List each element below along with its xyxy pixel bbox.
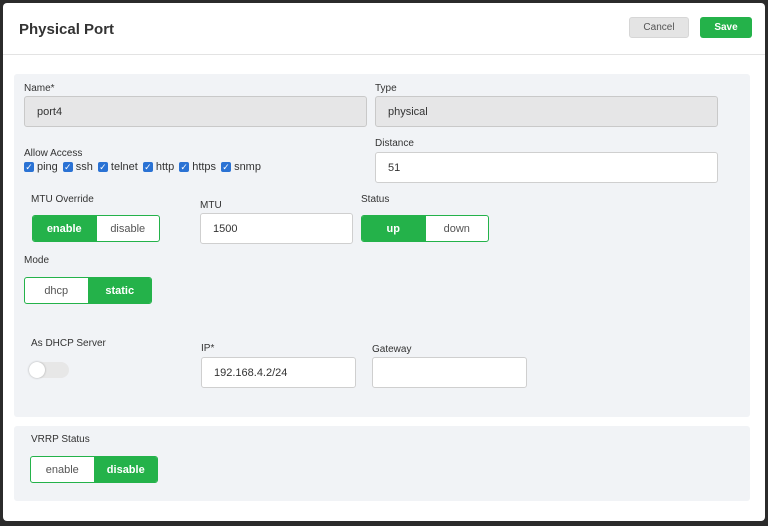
access-http-label: http: [155, 161, 175, 173]
vrrp-disable[interactable]: disable: [93, 457, 157, 482]
ip-field[interactable]: 192.168.4.2/24: [201, 357, 356, 388]
distance-field[interactable]: 51: [375, 152, 718, 183]
access-ssh-label: ssh: [75, 161, 93, 173]
gateway-label: Gateway: [372, 344, 412, 355]
mode-label: Mode: [24, 255, 50, 266]
mode-toggle: dhcp static: [24, 277, 152, 304]
switch-knob: [29, 362, 45, 378]
mtu-label: MTU: [200, 200, 222, 211]
cancel-button[interactable]: Cancel: [629, 17, 689, 38]
type-label: Type: [375, 83, 397, 94]
mtu-override-disable[interactable]: disable: [95, 216, 160, 241]
mode-dhcp[interactable]: dhcp: [25, 278, 88, 303]
access-https-label: https: [192, 161, 217, 173]
mtu-override-enable[interactable]: enable: [33, 216, 96, 241]
mode-static[interactable]: static: [87, 278, 151, 303]
status-label: Status: [361, 194, 390, 205]
ip-label: IP*: [201, 343, 215, 354]
type-field[interactable]: physical: [375, 96, 718, 127]
checkbox-checked-icon: ✓: [97, 162, 108, 172]
dhcp-server-switch[interactable]: [29, 362, 69, 378]
checkbox-checked-icon: ✓: [179, 162, 190, 172]
name-label: Name*: [24, 83, 55, 94]
save-button[interactable]: Save: [700, 17, 752, 38]
dialog-header: Physical Port Cancel Save: [3, 3, 765, 55]
mtu-field[interactable]: 1500: [200, 213, 353, 244]
access-telnet[interactable]: ✓ telnet: [97, 161, 138, 173]
access-ping-label: ping: [37, 161, 58, 173]
vrrp-status-toggle: enable disable: [30, 456, 158, 483]
allow-access-checkboxes: ✓ ping ✓ ssh ✓ telnet ✓ http ✓ https ✓ snmp: [24, 161, 266, 173]
name-field[interactable]: port4: [24, 96, 367, 127]
status-down[interactable]: down: [424, 216, 489, 241]
access-https[interactable]: ✓ https: [179, 161, 216, 173]
dhcp-server-label: As DHCP Server: [31, 338, 106, 349]
allow-access-label: Allow Access: [24, 148, 83, 159]
access-ssh[interactable]: ✓ ssh: [62, 161, 93, 173]
status-toggle: up down: [361, 215, 489, 242]
access-http[interactable]: ✓ http: [142, 161, 175, 173]
access-snmp[interactable]: ✓ snmp: [221, 161, 261, 173]
checkbox-checked-icon: ✓: [142, 162, 153, 172]
vrrp-enable[interactable]: enable: [31, 457, 94, 482]
distance-label: Distance: [375, 138, 414, 149]
mtu-override-toggle: enable disable: [32, 215, 160, 242]
dialog-title: Physical Port: [19, 21, 115, 38]
access-snmp-label: snmp: [234, 161, 261, 173]
checkbox-checked-icon: ✓: [62, 162, 73, 172]
gateway-field[interactable]: [372, 357, 527, 388]
status-up[interactable]: up: [362, 216, 425, 241]
checkbox-checked-icon: ✓: [24, 162, 34, 172]
physical-port-dialog: Physical Port Cancel Save Name* port4 Ty…: [3, 3, 765, 521]
mtu-override-label: MTU Override: [31, 194, 94, 205]
vrrp-status-label: VRRP Status: [31, 434, 90, 445]
access-ping[interactable]: ✓ ping: [24, 161, 58, 173]
access-telnet-label: telnet: [110, 161, 138, 173]
checkbox-checked-icon: ✓: [221, 162, 232, 172]
